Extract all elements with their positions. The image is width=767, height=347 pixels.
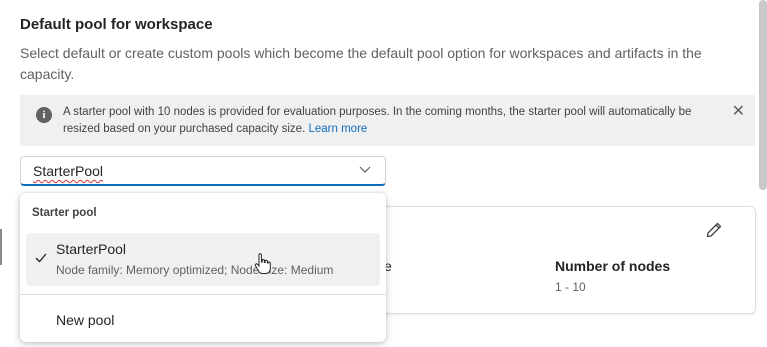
info-message: A starter pool with 10 nodes is provided… (63, 106, 692, 135)
menu-option-subtitle: Node family: Memory optimized; Node size… (56, 263, 334, 277)
pencil-icon[interactable] (705, 221, 723, 239)
info-text: A starter pool with 10 nodes is provided… (63, 104, 703, 138)
scrollbar[interactable] (759, 0, 767, 190)
dropdown-value: StarterPool (33, 163, 104, 179)
checkmark-icon (35, 253, 47, 263)
section-title: Default pool for workspace (20, 16, 213, 33)
new-pool-option[interactable]: New pool (56, 312, 114, 328)
hand-cursor-icon (254, 253, 271, 274)
info-icon: i (36, 107, 52, 123)
number-of-nodes-value: 1 - 10 (555, 280, 586, 294)
close-icon[interactable]: ✕ (732, 101, 745, 121)
menu-group-header: Starter pool (32, 207, 97, 219)
number-of-nodes-label: Number of nodes (555, 258, 671, 274)
pool-card (330, 206, 756, 314)
left-edge-indicator (0, 229, 2, 265)
menu-divider (20, 294, 386, 295)
learn-more-link[interactable]: Learn more (308, 123, 367, 135)
menu-option-title: StarterPool (56, 241, 127, 257)
menu-option-starterpool[interactable]: StarterPool Node family: Memory optimize… (26, 233, 380, 286)
pool-dropdown[interactable]: StarterPool (20, 156, 386, 186)
info-bar: i A starter pool with 10 nodes is provid… (20, 95, 755, 146)
chevron-down-icon (359, 166, 371, 173)
dropdown-menu: Starter pool StarterPool Node family: Me… (20, 193, 386, 342)
section-description: Select default or create custom pools wh… (20, 45, 702, 82)
